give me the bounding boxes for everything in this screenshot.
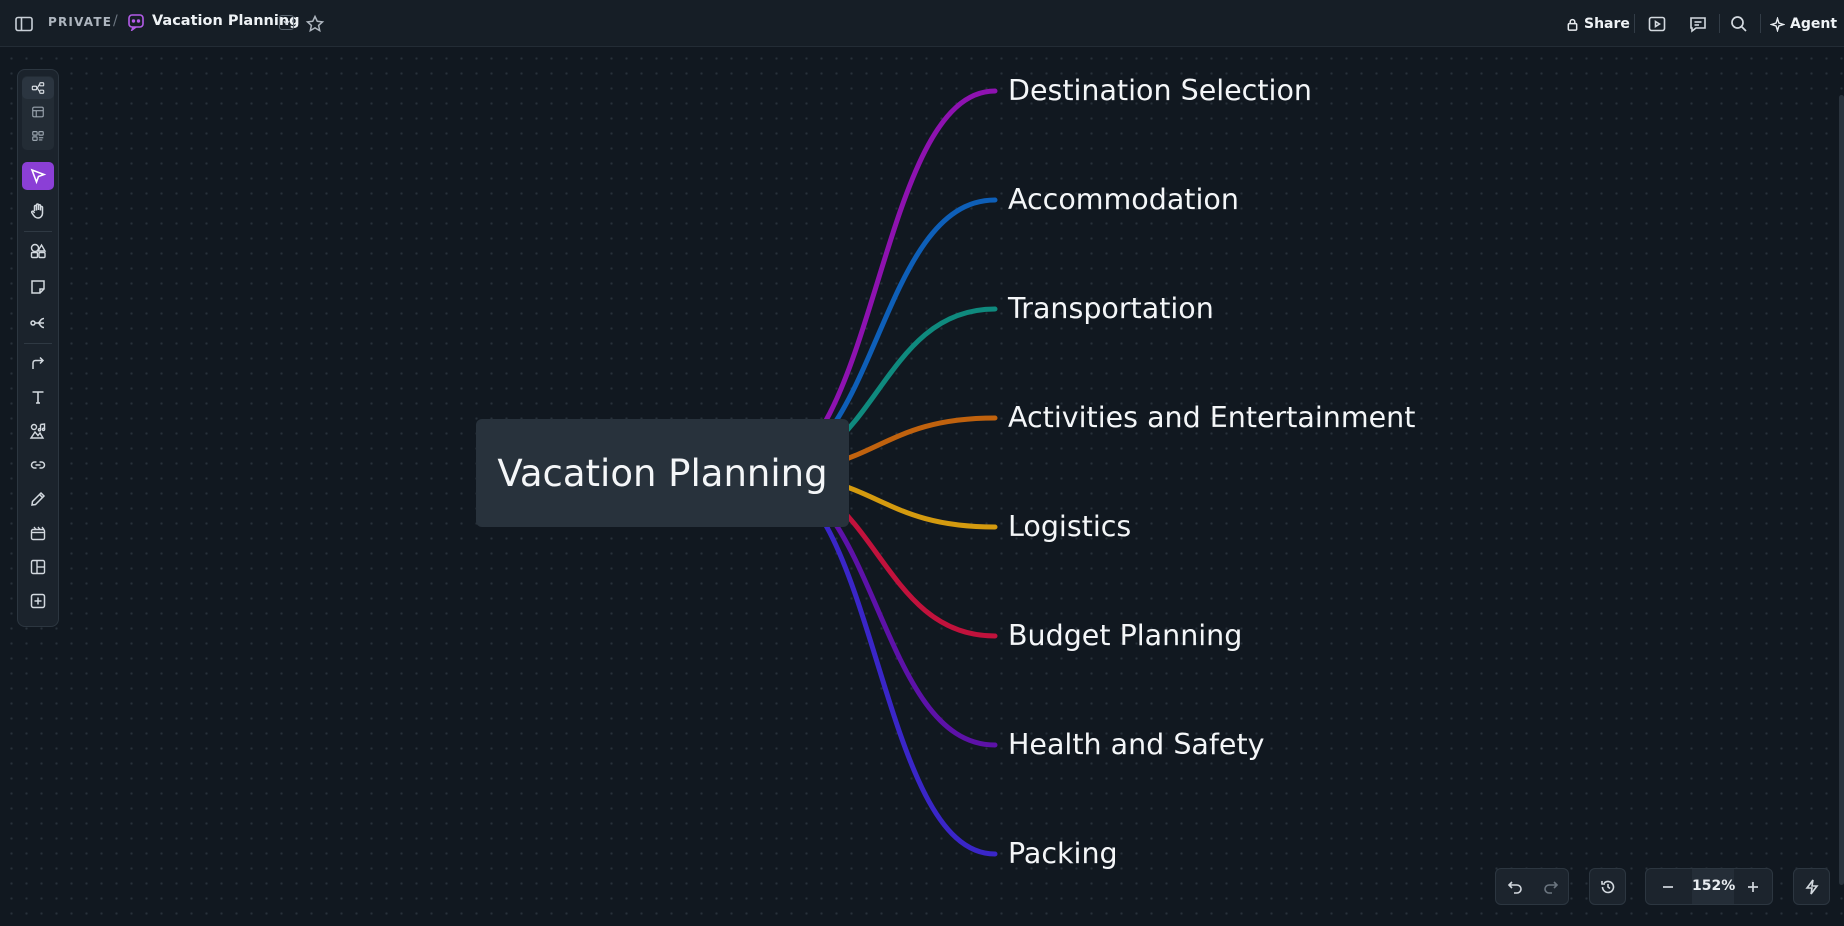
mindmap-branch-node[interactable]: Accommodation — [1008, 180, 1239, 220]
left-toolbar — [17, 69, 59, 627]
pen-tool-icon[interactable] — [22, 485, 54, 513]
mindmap-root-node[interactable]: Vacation Planning — [476, 419, 849, 527]
toolbar-divider — [24, 231, 52, 232]
hand-pan-tool-icon[interactable] — [22, 197, 54, 225]
text-tool-icon[interactable] — [22, 383, 54, 411]
mindmap-branch-node[interactable]: Transportation — [1008, 289, 1214, 329]
mindmap-branch-node[interactable]: Destination Selection — [1008, 71, 1312, 111]
branch-connector — [757, 88, 998, 476]
zoom-level[interactable]: 152% — [1692, 869, 1735, 904]
frame-tool-icon[interactable] — [22, 519, 54, 547]
media-tool-icon[interactable] — [22, 417, 54, 445]
redo-icon[interactable] — [1533, 869, 1569, 904]
outline-view-icon[interactable] — [22, 101, 54, 123]
select-tool-icon[interactable] — [22, 162, 54, 190]
mindmap-branch-node[interactable]: Packing — [1008, 834, 1118, 874]
history-controls — [1495, 868, 1569, 905]
mindmap-branch-node[interactable]: Health and Safety — [1008, 725, 1265, 765]
lightning-icon[interactable] — [1794, 869, 1830, 904]
mindmap-branch-node[interactable]: Budget Planning — [1008, 616, 1242, 656]
mindmap-tool-icon[interactable] — [22, 309, 54, 337]
mindmap-view-icon[interactable] — [22, 77, 54, 99]
branch-connector — [757, 470, 998, 857]
zoom-out-icon[interactable] — [1650, 869, 1686, 904]
template-tool-icon[interactable] — [22, 553, 54, 581]
zoom-in-icon[interactable] — [1735, 869, 1771, 904]
mindmap-connectors — [757, 88, 998, 857]
sticky-note-tool-icon[interactable] — [22, 273, 54, 301]
quick-actions-control — [1793, 868, 1830, 905]
mindmap-branch-node[interactable]: Activities and Entertainment — [1008, 398, 1415, 438]
kanban-view-icon[interactable] — [22, 125, 54, 147]
shapes-tool-icon[interactable] — [22, 237, 54, 265]
connector-arrow-tool-icon[interactable] — [22, 349, 54, 377]
more-tools-plus-icon[interactable] — [22, 587, 54, 615]
undo-icon[interactable] — [1497, 869, 1533, 904]
version-history-icon[interactable] — [1590, 869, 1626, 904]
version-history-control — [1589, 868, 1626, 905]
toolbar-divider — [24, 343, 52, 344]
zoom-controls: 152% — [1645, 868, 1773, 905]
link-tool-icon[interactable] — [22, 451, 54, 479]
mindmap-branch-node[interactable]: Logistics — [1008, 507, 1131, 547]
